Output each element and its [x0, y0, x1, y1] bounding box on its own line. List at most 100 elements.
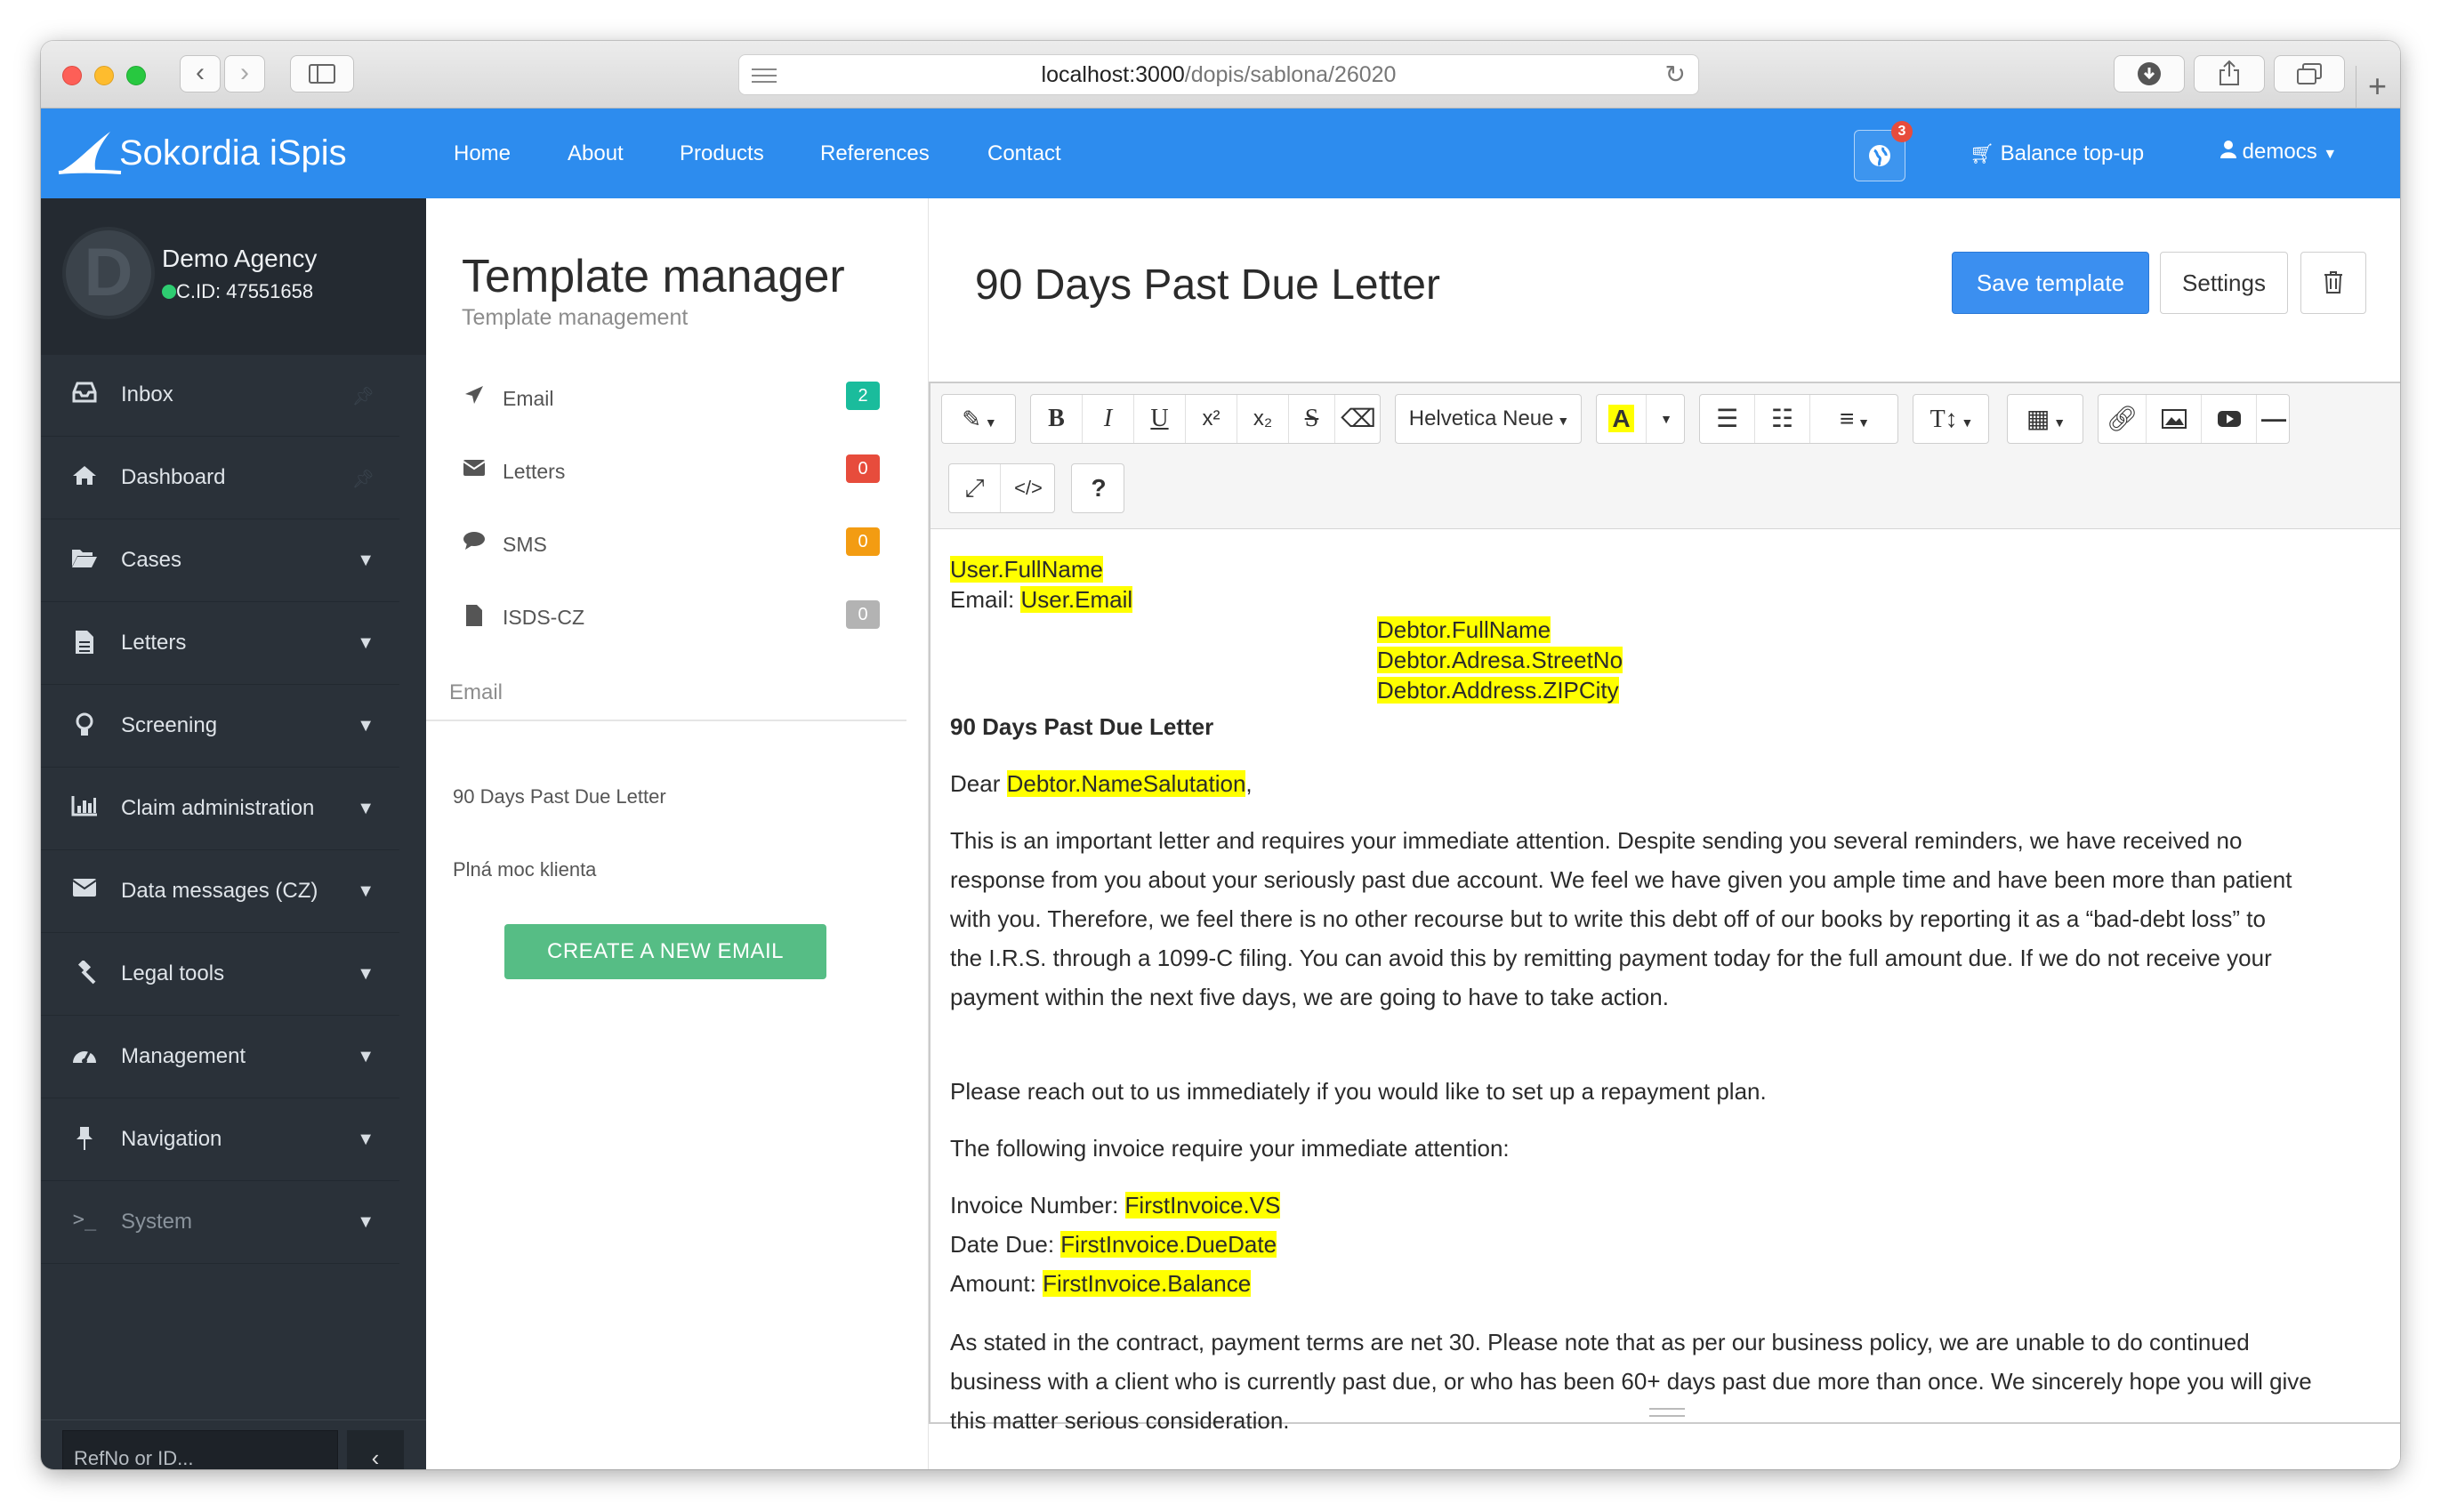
nav-products[interactable]: Products	[680, 141, 764, 166]
delete-template-button[interactable]	[2300, 252, 2366, 314]
sidebar-item-label: Claim administration	[121, 796, 315, 820]
chevron-right-icon: ›	[240, 58, 249, 87]
video-icon	[2217, 411, 2241, 427]
tabs-button[interactable]	[2274, 55, 2345, 92]
page-subtitle: Template management	[462, 305, 689, 330]
sidebar-item-label: Inbox	[121, 382, 173, 406]
back-button[interactable]: ‹	[180, 55, 221, 92]
pin-icon[interactable]: 📌︎	[352, 468, 375, 490]
sidebar-item-label: Legal tools	[121, 961, 225, 985]
line-height-dropdown[interactable]: T↕ ▼	[1913, 395, 1990, 443]
sidebar-item-dashboard[interactable]: Dashboard 📌︎	[41, 438, 399, 519]
bullet-list-icon: ☰	[1715, 405, 1739, 432]
bar-chart-icon	[71, 795, 98, 822]
merge-field: FirstInvoice.DueDate	[1060, 1231, 1277, 1258]
dashboard-icon	[71, 1043, 98, 1070]
sidebar-item-claim-administration[interactable]: Claim administration ▼	[41, 768, 399, 850]
fullscreen-button[interactable]: ⤢	[949, 464, 1001, 512]
count-badge: 0	[846, 600, 880, 629]
color-dropdown[interactable]: ▼	[1647, 395, 1686, 443]
create-new-email-button[interactable]: CREATE A NEW EMAIL	[504, 924, 826, 979]
sidebar-toggle-button[interactable]	[290, 55, 354, 92]
share-button[interactable]	[2194, 55, 2265, 92]
category-letters[interactable]: Letters 0	[462, 454, 880, 490]
help-button[interactable]: ?	[1072, 464, 1125, 512]
insert-video-button[interactable]	[2202, 395, 2257, 443]
browser-toolbar: ‹ › localhost:3000/dopis/sablona/26020 ↻…	[41, 41, 2400, 109]
brand-name[interactable]: Sokordia iSpis	[119, 133, 347, 173]
new-tab-button[interactable]: +	[2356, 66, 2398, 109]
table-icon: ▦	[2026, 405, 2050, 432]
style-dropdown[interactable]: ✎ ▼	[942, 395, 1017, 443]
nav-references[interactable]: References	[820, 141, 930, 166]
insert-link-button[interactable]: 🔗︎	[2099, 395, 2147, 443]
downloads-button[interactable]	[2114, 55, 2185, 92]
category-label: SMS	[503, 533, 547, 556]
sidebar-item-navigation[interactable]: Navigation ▼	[41, 1099, 399, 1181]
paper-plane-icon	[462, 385, 487, 411]
insert-image-button[interactable]	[2147, 395, 2202, 443]
template-list-item[interactable]: Plná moc klienta	[453, 858, 596, 881]
sidebar-item-screening[interactable]: Screening ▼	[41, 686, 399, 768]
sidebar-item-data-messages[interactable]: Data messages (CZ) ▼	[41, 851, 399, 933]
line-height-group: T↕ ▼	[1913, 394, 1989, 444]
user-menu[interactable]: democs ▼	[2220, 140, 2337, 165]
collapse-sidebar-button[interactable]: ‹	[347, 1430, 404, 1469]
table-dropdown[interactable]: ▦ ▼	[2008, 395, 2084, 443]
settings-button[interactable]: Settings	[2160, 252, 2288, 314]
balance-topup-link[interactable]: 🛒︎ Balance top-up	[1970, 141, 2144, 166]
url-host: localhost:3000	[1041, 62, 1185, 87]
superscript-icon: x²	[1202, 406, 1220, 430]
sidebar-item-cases[interactable]: Cases ▼	[41, 520, 399, 602]
underline-button[interactable]: U	[1134, 395, 1186, 443]
sidebar-item-label: Dashboard	[121, 465, 226, 489]
merge-field: Debtor.FullName	[1377, 616, 1551, 643]
avatar[interactable]: D	[62, 227, 155, 319]
clear-format-button[interactable]: ⌫	[1335, 395, 1382, 443]
category-label: Email	[503, 387, 554, 410]
font-family-dropdown[interactable]: Helvetica Neue ▼	[1396, 395, 1583, 443]
caret-down-icon: ▼	[357, 799, 375, 818]
italic-button[interactable]: I	[1083, 395, 1134, 443]
maximize-window-button[interactable]	[126, 66, 146, 85]
category-sms[interactable]: SMS 0	[462, 527, 880, 563]
pin-icon[interactable]: 📌︎	[352, 385, 375, 407]
reader-icon	[752, 68, 777, 83]
category-email[interactable]: Email 2	[462, 382, 880, 417]
color-group: A ▼	[1596, 394, 1685, 444]
address-bar[interactable]: localhost:3000/dopis/sablona/26020 ↻	[738, 54, 1699, 95]
underline-icon: U	[1150, 405, 1169, 432]
forward-button[interactable]: ›	[224, 55, 265, 92]
template-editor-panel: 90 Days Past Due Letter Save template Se…	[928, 198, 2400, 1469]
sidebar-item-legal-tools[interactable]: Legal tools ▼	[41, 934, 399, 1016]
nav-home[interactable]: Home	[454, 141, 511, 166]
minimize-window-button[interactable]	[94, 66, 114, 85]
nav-contact[interactable]: Contact	[987, 141, 1061, 166]
reload-icon[interactable]: ↻	[1665, 55, 1686, 94]
merge-field: FirstInvoice.Balance	[1043, 1270, 1252, 1297]
strikethrough-button[interactable]: S	[1289, 395, 1335, 443]
editor-resize-handle[interactable]	[1649, 1408, 1685, 1417]
bold-button[interactable]: B	[1031, 395, 1083, 443]
bullet-list-button[interactable]: ☰	[1700, 395, 1755, 443]
template-list-item[interactable]: 90 Days Past Due Letter	[453, 785, 666, 808]
subscript-button[interactable]: x₂	[1237, 395, 1289, 443]
template-manager-panel: Template manager Template management Ema…	[426, 198, 928, 1469]
sender-email-line: Email: User.Email	[950, 586, 1133, 613]
refno-search-input[interactable]: RefNo or ID...	[62, 1430, 338, 1469]
close-window-button[interactable]	[62, 66, 82, 85]
sidebar-item-management[interactable]: Management ▼	[41, 1017, 399, 1098]
numbered-list-button[interactable]: ☷	[1755, 395, 1810, 443]
category-isds-cz[interactable]: ISDS-CZ 0	[462, 600, 880, 636]
envelope-icon	[462, 458, 487, 483]
save-template-button[interactable]: Save template	[1952, 252, 2149, 314]
sidebar-item-system[interactable]: >_ System ▼	[41, 1182, 399, 1264]
horizontal-rule-button[interactable]: —	[2257, 395, 2291, 443]
text-color-button[interactable]: A	[1597, 395, 1647, 443]
superscript-button[interactable]: x²	[1186, 395, 1237, 443]
sidebar-item-letters[interactable]: Letters ▼	[41, 603, 399, 685]
sidebar-item-inbox[interactable]: Inbox 📌︎	[41, 355, 399, 437]
align-dropdown[interactable]: ≡ ▼	[1810, 395, 1899, 443]
nav-about[interactable]: About	[568, 141, 624, 166]
code-view-button[interactable]: </>	[1001, 464, 1056, 512]
